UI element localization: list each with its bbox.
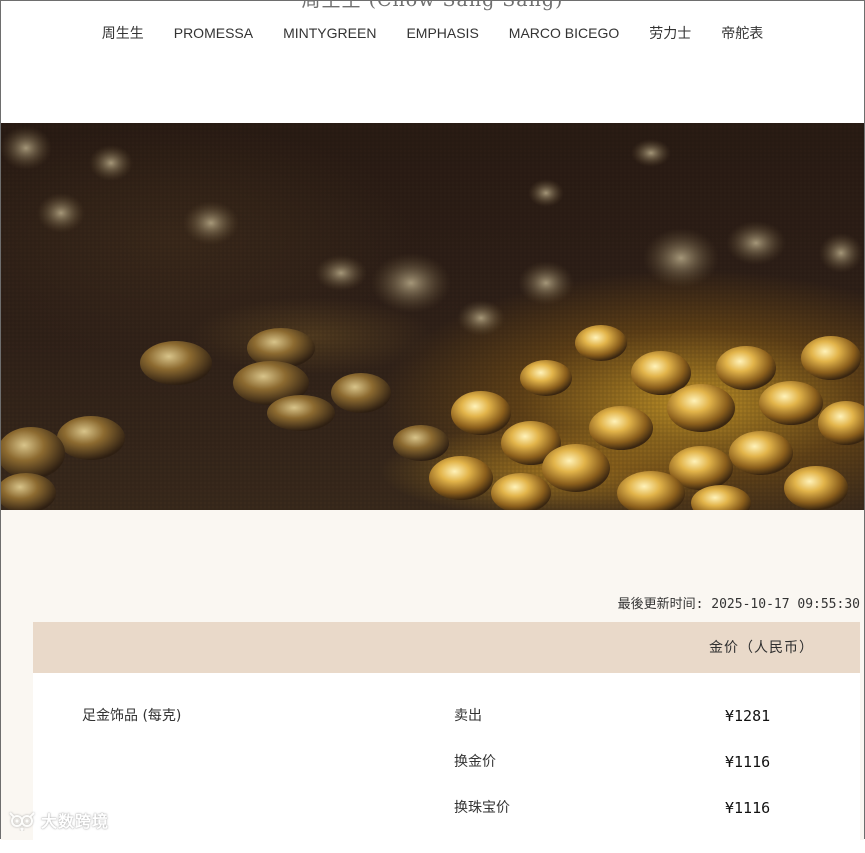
site-header: 周生生 (Chow Sang Sang) 周生生 PROMESSA MINTYG… xyxy=(1,0,864,123)
nav-item-mintygreen[interactable]: MINTYGREEN xyxy=(268,23,391,43)
row-label-sell: 卖出 xyxy=(454,708,482,724)
watermark-text: 大数跨境 xyxy=(41,812,110,831)
nav-item-tudor[interactable]: 帝舵表 xyxy=(706,23,778,43)
nav-item-promessa[interactable]: PROMESSA xyxy=(159,23,268,43)
gold-grains-illustration xyxy=(1,123,864,510)
column-header-gold-price-rmb: 金价（人民币） xyxy=(709,640,814,656)
gold-price-section: 最後更新时间: 2025-10-17 09:55:30 金价（人民币） 足金饰品… xyxy=(1,510,864,853)
price-table-header: 金价（人民币） xyxy=(33,622,860,673)
row-value-exchange-jewelry: ¥1116 xyxy=(725,799,771,817)
row-label-exchange-gold: 换金价 xyxy=(454,754,496,770)
price-table-body: 足金饰品 (每克) 卖出 ¥1281 换金价 ¥1116 换珠宝价 ¥1116 xyxy=(33,673,860,853)
main-nav: 周生生 PROMESSA MINTYGREEN EMPHASIS MARCO B… xyxy=(1,23,864,43)
nav-item-rolex[interactable]: 劳力士 xyxy=(634,23,706,43)
nav-item-emphasis[interactable]: EMPHASIS xyxy=(391,23,493,43)
nav-item-marco-bicego[interactable]: MARCO BICEGO xyxy=(494,23,634,43)
owl-logo-icon xyxy=(9,812,35,831)
row-label-exchange-jewelry: 换珠宝价 xyxy=(454,800,510,816)
brand-logo[interactable]: 周生生 (Chow Sang Sang) xyxy=(1,0,864,11)
watermark: 大数跨境 xyxy=(7,808,109,832)
product-name: 足金饰品 (每克) xyxy=(82,708,182,724)
last-updated-timestamp: 最後更新时间: 2025-10-17 09:55:30 xyxy=(617,597,860,612)
hero-banner-image xyxy=(1,123,864,510)
row-value-exchange-gold: ¥1116 xyxy=(725,753,771,771)
row-value-sell: ¥1281 xyxy=(725,707,771,725)
nav-item-chow-sang-sang[interactable]: 周生生 xyxy=(87,23,159,43)
